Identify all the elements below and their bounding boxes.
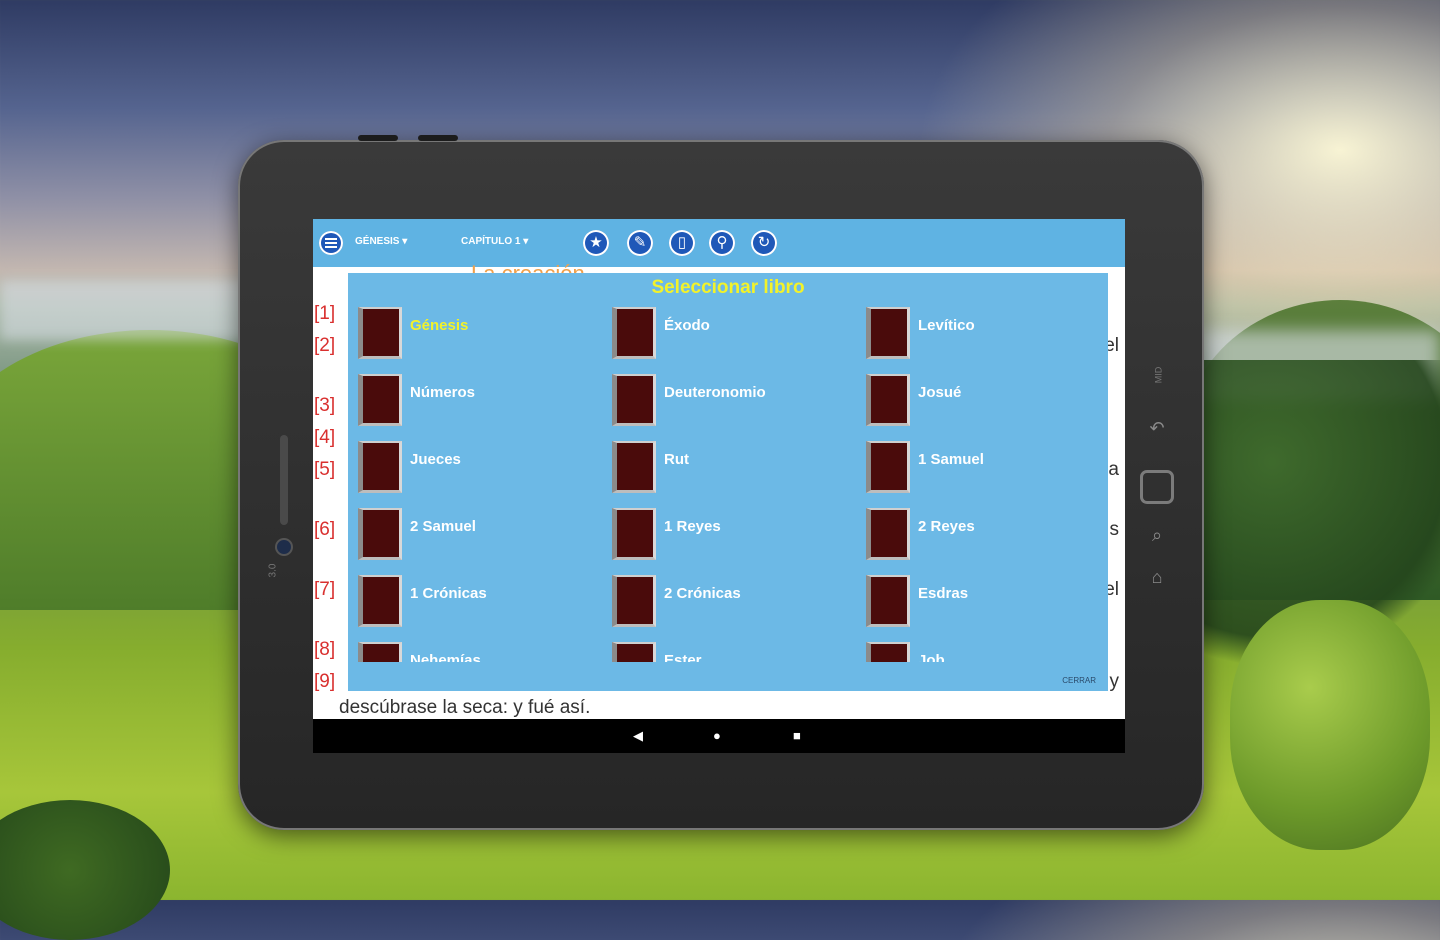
select-book-dialog: Seleccionar libro Génesis Éxodo Levítico Nú… [348,273,1108,691]
book-cover-icon [612,374,656,426]
book-cover-icon [612,575,656,627]
verse-text: descúbrase la seca: y fué así. [339,697,591,718]
book-cover-icon [358,307,402,359]
volume-button [418,135,458,141]
verse-text-fragment: a [1108,459,1119,480]
book-grid: Génesis Éxodo Levítico Números Deuteronomio J… [348,307,1108,662]
book-name: Esdras [918,585,969,602]
speaker-grille [280,435,288,525]
background-tree [1230,600,1430,850]
book-cover-icon [358,575,402,627]
book-item[interactable]: Nehemías [352,642,602,662]
app-toolbar: GÉNESIS ▾ CAPÍTULO 1 ▾ ★ ✎ ▯ ⚲ ↻ [313,219,1125,267]
android-nav-bar: ◀ ● ■ [313,719,1125,753]
device-label: 3.0 [267,563,279,578]
book-name: Josué [918,384,962,401]
verse-text-fragment: s [1109,519,1120,540]
book-cover-icon [612,307,656,359]
book-item[interactable]: Esdras [860,575,1108,633]
verse-number: [4] [314,427,336,448]
nav-recents-icon[interactable]: ■ [793,728,801,743]
close-button[interactable]: CERRAR [1062,676,1096,685]
book-item[interactable]: Ester [606,642,856,662]
search-icon[interactable]: ⚲ [709,230,735,256]
star-icon[interactable]: ★ [583,230,609,256]
front-camera [277,540,291,554]
book-name: 2 Samuel [410,518,476,535]
tablet-device: 3.0 MID ↶ ⌕ ⌂ GÉNESIS ▾ CAPÍTULO 1 ▾ ★ ✎… [238,135,1204,830]
background-bush [0,800,170,940]
book-name: Jueces [410,451,461,468]
verse-number: [5] [314,459,336,480]
book-item[interactable]: Génesis [352,307,602,365]
book-name: 1 Reyes [664,518,721,535]
dialog-title: Seleccionar libro [651,277,805,298]
book-item[interactable]: 2 Samuel [352,508,602,566]
back-key-icon[interactable]: ↶ [1144,415,1170,441]
book-item[interactable]: Josué [860,374,1108,432]
book-item[interactable]: Job [860,642,1108,662]
book-cover-icon [866,575,910,627]
menu-key-icon[interactable]: ⌂ [1144,564,1170,590]
book-name: 1 Samuel [918,451,984,468]
book-name: Levítico [918,317,975,334]
book-item[interactable]: 1 Reyes [606,508,856,566]
book-cover-icon [866,307,910,359]
book-cover-icon [358,642,402,662]
power-button [358,135,398,141]
book-cover-icon [358,508,402,560]
book-cover-icon [612,508,656,560]
book-item[interactable]: Éxodo [606,307,856,365]
book-item[interactable]: Números [352,374,602,432]
device-brand: MID [1153,366,1164,384]
home-key[interactable] [1140,470,1174,504]
book-name: Rut [664,451,689,468]
book-cover-icon [866,642,910,662]
book-item[interactable]: Jueces [352,441,602,499]
book-name: Éxodo [664,317,710,334]
book-item[interactable]: Levítico [860,307,1108,365]
verse-number: [9] [314,671,336,692]
book-name: Deuteronomio [664,384,766,401]
search-key-icon[interactable]: ⌕ [1144,522,1170,548]
book-cover-icon [866,374,910,426]
book-item[interactable]: 1 Samuel [860,441,1108,499]
book-cover-icon [866,441,910,493]
verse-number: [8] [314,639,336,660]
book-item[interactable]: Deuteronomio [606,374,856,432]
book-selector[interactable]: GÉNESIS ▾ [355,236,407,247]
verse-number: [7] [314,579,336,600]
book-item[interactable]: Rut [606,441,856,499]
book-cover-icon [612,642,656,662]
pencil-icon[interactable]: ✎ [627,230,653,256]
verse-number: [3] [314,395,336,416]
book-item[interactable]: 2 Reyes [860,508,1108,566]
book-cover-icon [612,441,656,493]
nav-home-icon[interactable]: ● [713,728,721,743]
book-name: Ester [664,652,702,662]
refresh-icon[interactable]: ↻ [751,230,777,256]
book-name: Génesis [410,317,469,334]
book-cover-icon [866,508,910,560]
verse-number: [2] [314,335,336,356]
app-screen: GÉNESIS ▾ CAPÍTULO 1 ▾ ★ ✎ ▯ ⚲ ↻ La crea… [313,219,1125,753]
verse-number: [6] [314,519,336,540]
book-name: Números [410,384,476,401]
nav-back-icon[interactable]: ◀ [633,728,643,744]
verse-number: [1] [314,303,336,324]
book-cover-icon [358,441,402,493]
book-name: Job [918,652,945,662]
chapter-selector[interactable]: CAPÍTULO 1 ▾ [461,236,528,247]
book-name: 2 Crónicas [664,585,741,602]
menu-icon[interactable] [319,231,343,255]
book-name: 1 Crónicas [410,585,487,602]
book-item[interactable]: 1 Crónicas [352,575,602,633]
book-name: Nehemías [410,652,481,662]
book-cover-icon [358,374,402,426]
verse-text-fragment: y [1109,671,1120,692]
book-item[interactable]: 2 Crónicas [606,575,856,633]
bookmark-icon[interactable]: ▯ [669,230,695,256]
book-name: 2 Reyes [918,518,975,535]
